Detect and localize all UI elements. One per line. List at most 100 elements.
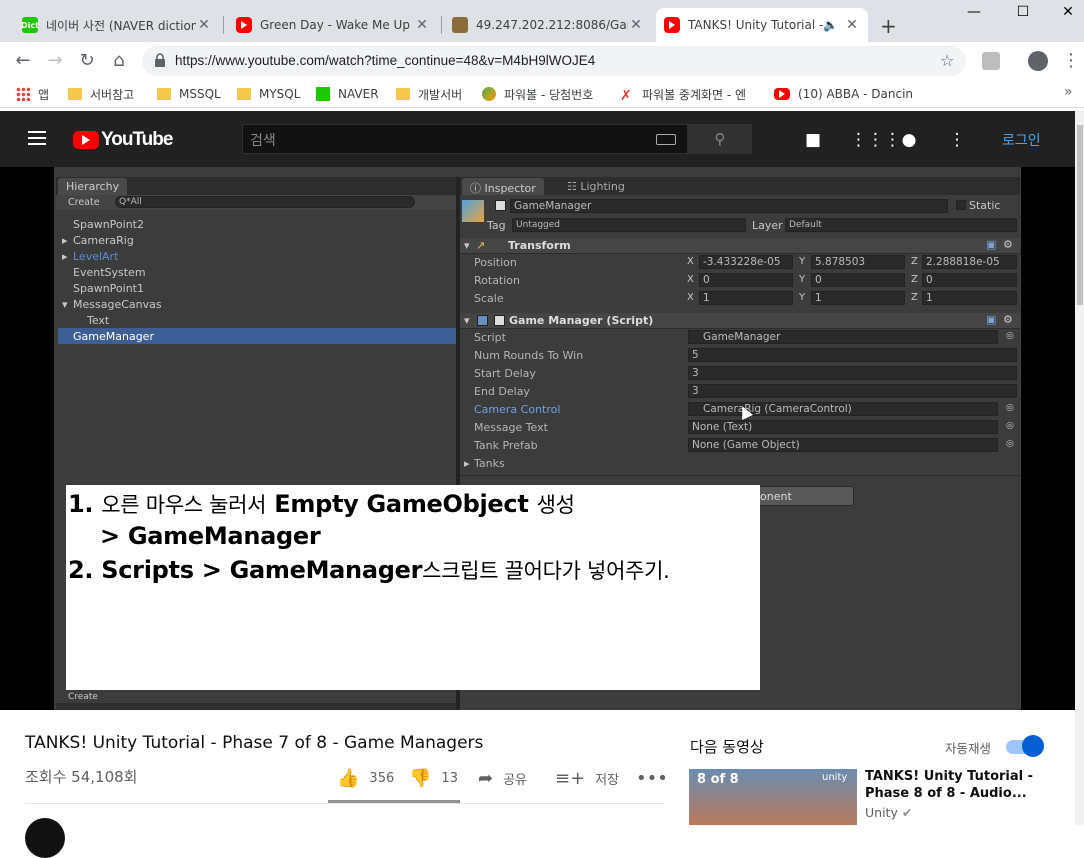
gear-icon[interactable]: ⚙	[1003, 238, 1013, 251]
object-picker-icon[interactable]: ◎	[1006, 331, 1014, 341]
login-link[interactable]: 로그인	[1002, 130, 1041, 150]
help-icon[interactable]: ▣	[986, 238, 996, 251]
hierarchy-search[interactable]: Q*All	[115, 196, 415, 208]
more-bookmarks-icon[interactable]: »	[1064, 84, 1073, 100]
next-video-channel[interactable]: Unity ✔	[865, 805, 912, 820]
tab-naver-dictionary[interactable]: Dict 네이버 사전 (NAVER diction ✕	[14, 8, 220, 42]
bookmark-abba[interactable]: (10) ABBA - Dancing	[774, 84, 912, 104]
tab-green-day[interactable]: Green Day - Wake Me Up W ✕	[228, 8, 438, 42]
collapse-arrow-icon[interactable]: ▾	[62, 298, 68, 311]
close-icon[interactable]: ✕	[628, 17, 644, 33]
hierarchy-item[interactable]: LevelArt	[73, 250, 118, 263]
gear-icon[interactable]: ⚙	[1003, 313, 1013, 326]
apps-grid-icon[interactable]: ⋮⋮⋮	[850, 130, 901, 150]
save-button[interactable]: ≡+ 저장	[555, 768, 619, 789]
tanks-array-label[interactable]: Tanks	[474, 457, 505, 470]
hierarchy-item[interactable]: EventSystem	[73, 266, 146, 279]
hierarchy-item[interactable]: SpawnPoint1	[73, 282, 144, 295]
minimize-button[interactable]: —	[954, 4, 994, 26]
hierarchy-item[interactable]: MessageCanvas	[73, 298, 162, 311]
expand-arrow-icon[interactable]: ▸	[464, 457, 470, 470]
hierarchy-item[interactable]: SpawnPoint2	[73, 218, 144, 231]
active-checkbox[interactable]	[495, 200, 506, 211]
hierarchy-tab[interactable]: Hierarchy	[58, 178, 128, 195]
scrollbar-thumb[interactable]	[1077, 125, 1083, 305]
messages-icon[interactable]: ●	[898, 130, 920, 150]
scale-y-field[interactable]: 1	[811, 291, 905, 305]
dislike-button[interactable]: 👎 13	[409, 768, 458, 789]
speaker-icon[interactable]: 🔈	[823, 18, 838, 32]
collapse-arrow-icon[interactable]: ▾	[464, 314, 470, 327]
create-video-icon[interactable]: ■	[802, 130, 824, 150]
reload-button[interactable]: ↻	[76, 50, 98, 72]
bookmark-mysql[interactable]: MYSQL	[237, 84, 300, 104]
search-button[interactable]: ⚲	[688, 124, 752, 154]
collapse-arrow-icon[interactable]: ▾	[464, 239, 470, 252]
channel-avatar[interactable]	[25, 818, 65, 858]
keyboard-icon[interactable]	[656, 134, 676, 145]
tank-prefab-field[interactable]: None (Game Object)	[688, 438, 998, 452]
position-x-field[interactable]: -3.433228e-05	[699, 255, 793, 269]
end-delay-field[interactable]: 3	[688, 384, 1017, 398]
back-button[interactable]: ←	[12, 50, 34, 72]
rotation-x-field[interactable]: 0	[699, 273, 793, 287]
lighting-tab[interactable]: ☷ Lighting	[567, 180, 625, 193]
home-button[interactable]: ⌂	[108, 50, 130, 72]
scale-x-field[interactable]: 1	[699, 291, 793, 305]
youtube-logo[interactable]: YouTube	[73, 129, 173, 151]
hierarchy-item[interactable]: CameraRig	[73, 234, 134, 247]
script-field[interactable]: GameManager	[688, 330, 998, 344]
rotation-y-field[interactable]: 0	[811, 273, 905, 287]
hamburger-menu-icon[interactable]	[28, 131, 46, 145]
close-icon[interactable]: ✕	[196, 17, 212, 33]
object-picker-icon[interactable]: ◎	[1006, 421, 1014, 431]
bookmark-naver[interactable]: NAVER	[316, 84, 379, 104]
help-icon[interactable]: ▣	[986, 313, 996, 326]
hierarchy-item[interactable]: Text	[87, 314, 109, 327]
camera-control-field[interactable]: CameraRig (CameraControl)	[688, 402, 998, 416]
new-tab-button[interactable]: +	[880, 14, 897, 38]
next-video-title[interactable]: TANKS! Unity Tutorial - Phase 8 of 8 - A…	[865, 768, 1035, 802]
bookmark-powerball[interactable]: 파워볼 - 당첨번호	[482, 84, 593, 104]
tab-tanks-tutorial[interactable]: TANKS! Unity Tutorial - 🔈 ✕	[656, 8, 868, 42]
layer-dropdown[interactable]: Default	[785, 218, 1017, 232]
object-picker-icon[interactable]: ◎	[1006, 439, 1014, 449]
position-z-field[interactable]: 2.288818e-05	[922, 255, 1017, 269]
tag-dropdown[interactable]: Untagged	[512, 218, 746, 232]
lock-icon[interactable]	[154, 53, 166, 67]
num-rounds-field[interactable]: 5	[688, 348, 1017, 362]
more-actions-button[interactable]: •••	[636, 768, 678, 789]
like-button[interactable]: 👍 356	[337, 768, 394, 789]
component-enabled-checkbox[interactable]	[494, 315, 505, 326]
hierarchy-item-selected[interactable]: GameManager	[73, 330, 154, 343]
start-delay-field[interactable]: 3	[688, 366, 1017, 380]
expand-arrow-icon[interactable]: ▸	[62, 250, 68, 263]
close-icon[interactable]: ✕	[844, 17, 860, 33]
inspector-tab[interactable]: ⓘ Inspector	[462, 178, 544, 195]
search-input[interactable]	[242, 124, 688, 154]
position-y-field[interactable]: 5.878503	[811, 255, 905, 269]
bookmark-mssql[interactable]: MSSQL	[157, 84, 221, 104]
bookmark-server-ref[interactable]: 서버참고	[68, 84, 134, 104]
profile-icon[interactable]	[1028, 51, 1048, 71]
scale-z-field[interactable]: 1	[922, 291, 1017, 305]
tab-game-page[interactable]: 49.247.202.212:8086/GameP ✕	[444, 8, 652, 42]
object-name-field[interactable]: GameManager	[510, 199, 948, 213]
settings-kebab-icon[interactable]: ⋮	[946, 130, 968, 150]
expand-arrow-icon[interactable]: ▸	[62, 234, 68, 247]
bookmark-apps[interactable]: 앱	[16, 84, 49, 104]
static-checkbox[interactable]	[956, 200, 966, 210]
forward-button[interactable]: →	[44, 50, 66, 72]
bookmark-dev-server[interactable]: 개발서버	[396, 84, 462, 104]
project-create-dropdown[interactable]: Create	[68, 692, 98, 702]
close-icon[interactable]: ✕	[414, 17, 430, 33]
extension-icon[interactable]	[982, 52, 1000, 70]
bookmark-powerball-live[interactable]: ✗ 파워볼 중계화면 - 엔	[620, 84, 756, 105]
menu-kebab-icon[interactable]: ⋮	[1062, 50, 1080, 71]
share-button[interactable]: ➦ 공유	[478, 768, 527, 789]
autoplay-toggle-knob[interactable]	[1022, 735, 1044, 757]
rotation-z-field[interactable]: 0	[922, 273, 1017, 287]
url-text[interactable]: https://www.youtube.com/watch?time_conti…	[175, 53, 595, 68]
message-text-field[interactable]: None (Text)	[688, 420, 998, 434]
object-picker-icon[interactable]: ◎	[1006, 403, 1014, 413]
